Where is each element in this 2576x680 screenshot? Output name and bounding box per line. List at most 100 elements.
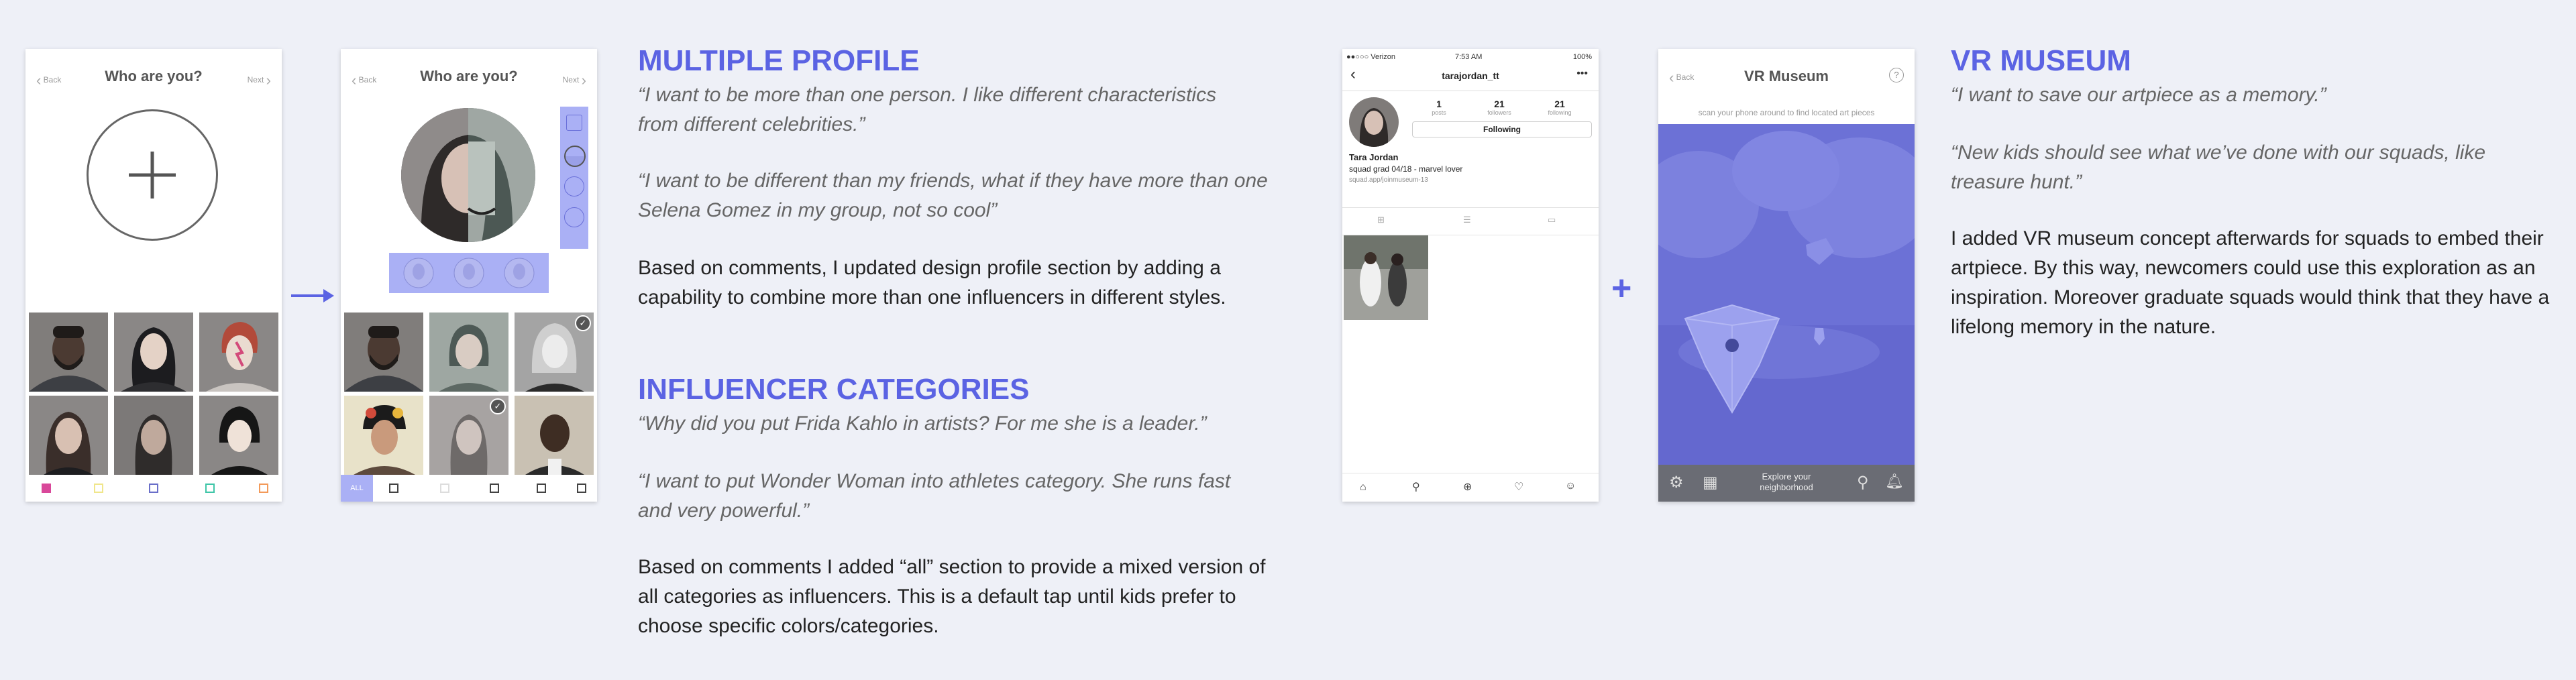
checkmark-icon: ✓ [490,398,506,414]
vr-museum-screen: ‹ Back VR Museum ? scan your phone aroun… [1658,49,1915,502]
stat-number: 21 [1494,99,1505,109]
battery-label: 100% [1572,53,1592,61]
stat-label: following [1548,109,1572,116]
arrow-right-icon [291,289,334,302]
instagram-profile-screen: ●●○○○ Verizon 7:53 AM 100% ‹ tarajordan_… [1342,49,1599,502]
more-options-icon[interactable]: ••• [1576,68,1588,80]
category-dark[interactable] [577,484,586,493]
avatar-illustration [29,396,108,475]
bottom-nav: ⌂ ⚲ ⊕ ♡ ☺ [1342,473,1599,502]
page-title: Who are you? [420,68,518,84]
influencer-tile[interactable] [429,313,508,392]
influencer-tile[interactable] [515,396,594,475]
influencer-tile[interactable] [199,396,278,475]
avatar-illustration [114,313,193,392]
category-yellow[interactable] [94,484,103,493]
influencer-grid [25,313,282,475]
avatar-illustration [199,313,278,392]
list-view-icon[interactable]: ☰ [1463,215,1471,225]
selected-influencers-bar [389,253,549,293]
category-orange[interactable] [259,484,268,493]
influencer-tile[interactable] [29,396,108,475]
influencer-tile[interactable] [344,396,423,475]
profile-name: Tara Jordan [1349,152,1399,162]
avatar [1349,97,1399,147]
style-option-half[interactable] [564,146,586,167]
heart-icon[interactable]: ♡ [1514,480,1523,494]
category-purple[interactable] [149,484,158,493]
section-heading-influencer-categories: INFLUENCER CATEGORIES [638,373,1030,406]
category-teal[interactable] [205,484,215,493]
category-yellow[interactable] [389,484,398,493]
profile-icon[interactable]: ☺ [1565,480,1576,492]
chevron-right-icon: › [266,72,271,89]
category-dark[interactable] [537,484,546,493]
style-selector-vertical [560,107,588,249]
category-color-bar [25,475,282,502]
profile-username: tarajordan_tt [1442,70,1499,81]
following-button[interactable]: Following [1412,121,1592,137]
influencer-tile[interactable] [114,313,193,392]
user-quote: “New kids should see what we’ve done wit… [1951,141,2486,193]
screen-header: ‹ Back Who are you? Next › [25,49,282,103]
category-tab-bar: ALL [341,475,597,502]
design-note: Based on comments, I updated design prof… [638,257,1226,308]
avatar-illustration [199,396,278,475]
grid-view-icon[interactable]: ⊞ [1377,215,1385,225]
avatar-illustration [344,313,423,392]
bell-icon[interactable]: 🔔︎ [1885,473,1904,490]
page-title: VR Museum [1744,68,1829,84]
add-post-icon[interactable]: ⊕ [1463,480,1472,494]
category-light[interactable] [440,484,449,493]
influencer-tile-selected[interactable]: ✓ [429,396,508,475]
stat-posts[interactable]: 1 posts [1412,99,1466,116]
avatar-illustration [515,396,594,475]
avatar-illustration [29,313,108,392]
search-icon[interactable]: ⚲ [1857,473,1869,492]
post-thumbnail[interactable] [1344,235,1428,320]
profile-screen-1: ‹ Back Who are you? Next › [25,49,282,502]
style-option[interactable] [564,207,584,227]
selected-influencer-thumbs[interactable] [389,253,549,293]
explore-label[interactable]: Explore your neighborhood [1744,471,1829,493]
category-dark[interactable] [490,484,499,493]
next-label: Next [247,75,264,85]
help-icon[interactable]: ? [1889,68,1904,82]
avatar-illustration [1359,108,1389,147]
influencer-tile[interactable] [199,313,278,392]
tagged-icon[interactable]: ▭ [1548,215,1556,225]
influencer-tile[interactable] [114,396,193,475]
next-button[interactable]: Next › [563,72,586,89]
grid-icon[interactable]: ▦ [1703,473,1718,492]
home-icon[interactable]: ⌂ [1360,481,1366,494]
stat-following[interactable]: 21 following [1533,99,1587,116]
design-note: Based on comments I added “all” section … [638,556,1266,637]
category-all-tab[interactable]: ALL [341,475,373,502]
influencer-grid: ✓ ✓ [341,313,597,475]
checkmark-icon: ✓ [575,315,591,331]
chevron-right-icon: › [581,72,586,89]
next-button[interactable]: Next › [248,72,271,89]
influencer-tile[interactable] [344,313,423,392]
style-option[interactable] [564,176,584,196]
category-pink[interactable] [42,484,51,493]
profile-stats: 1 posts 21 followers 21 following [1412,99,1593,119]
stat-label: followers [1487,109,1511,116]
settings-icon[interactable]: ⚙ [1669,473,1684,492]
search-icon[interactable]: ⚲ [1412,480,1420,494]
stat-followers[interactable]: 21 followers [1472,99,1526,116]
stat-label: posts [1432,109,1446,116]
plus-icon [129,152,176,199]
influencer-tile[interactable] [29,313,108,392]
plus-sign: + [1611,269,1632,308]
profile-link[interactable]: squad.app/joinmuseum-13 [1349,176,1428,184]
ar-camera-view[interactable] [1658,124,1915,465]
add-profile-button[interactable] [87,109,218,241]
vr-bottom-bar: ⚙ ▦ Explore your neighborhood ⚲ 🔔︎ [1658,465,1915,502]
avatar-illustration [114,396,193,475]
next-label: Next [562,75,580,85]
combined-avatar-illustration [401,108,535,242]
user-quote: “I want to put Wonder Woman into athlete… [638,470,1231,522]
influencer-tile-selected[interactable]: ✓ [515,313,594,392]
style-option[interactable] [566,115,582,131]
